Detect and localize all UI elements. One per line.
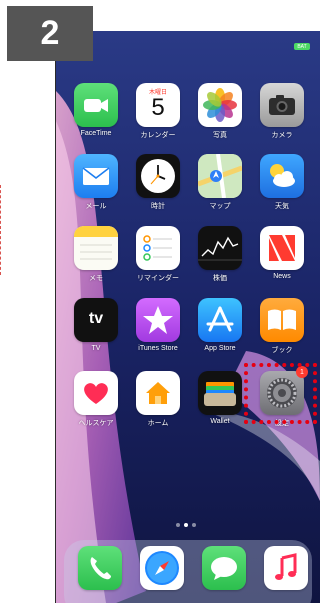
books-label: ブック <box>271 347 293 354</box>
wallet-icon <box>198 371 242 415</box>
app-facetime[interactable]: FaceTime <box>66 83 126 137</box>
app-clock[interactable]: 時計 <box>128 154 188 211</box>
tv-icon-text: tv <box>88 310 104 327</box>
music-note-icon <box>264 546 308 590</box>
news-icon <box>260 226 304 270</box>
page-dot-active <box>184 523 188 527</box>
messages-bubble-icon <box>202 546 246 590</box>
status-bar: 11 BAT <box>56 31 320 53</box>
itunes-store-label: iTunes Store <box>138 345 178 352</box>
app-news[interactable]: News <box>252 226 312 280</box>
stocks-icon <box>198 226 242 270</box>
dock-app-safari[interactable] <box>132 546 192 590</box>
app-itunes-store[interactable]: iTunes Store <box>128 298 188 352</box>
facetime-icon <box>74 83 118 127</box>
page-dot <box>192 523 196 527</box>
app-home[interactable]: ホーム <box>128 371 188 428</box>
safari-compass-icon <box>140 546 184 590</box>
weather-icon <box>260 154 304 198</box>
app-store-icon <box>198 298 242 342</box>
step-number-badge: 2 <box>7 6 93 61</box>
camera-icon <box>260 83 304 127</box>
app-stocks[interactable]: 株価 <box>190 226 250 283</box>
wallet-label: Wallet <box>210 418 230 425</box>
app-books[interactable]: ブック <box>252 298 312 355</box>
camera-label: カメラ <box>271 132 293 139</box>
app-reminders[interactable]: リマインダー <box>128 226 188 283</box>
app-store-label: App Store <box>204 345 236 352</box>
health-heart-icon <box>74 371 118 415</box>
reminders-label: リマインダー <box>137 275 179 282</box>
phone-icon <box>78 546 122 590</box>
dock-app-music[interactable] <box>256 546 316 590</box>
home-house-icon <box>136 371 180 415</box>
battery-icon: BAT <box>294 43 310 50</box>
app-health[interactable]: ヘルスケア <box>66 371 126 428</box>
app-weather[interactable]: 天気 <box>252 154 312 211</box>
app-camera[interactable]: カメラ <box>252 83 312 140</box>
app-calendar[interactable]: 木曜日 5 カレンダー <box>128 83 188 140</box>
page-indicator[interactable] <box>176 523 196 527</box>
notes-icon <box>74 226 118 270</box>
health-label: ヘルスケア <box>78 420 114 427</box>
photos-icon <box>198 83 242 127</box>
books-icon <box>260 298 304 342</box>
clock-icon <box>136 154 180 198</box>
stocks-label: 株価 <box>213 275 227 282</box>
itunes-star-icon <box>136 298 180 342</box>
page-dot <box>176 523 180 527</box>
battery-text: BAT <box>297 43 307 50</box>
dock-app-phone[interactable] <box>70 546 130 590</box>
maps-label: マップ <box>209 203 231 210</box>
notes-label: メモ <box>89 275 103 282</box>
settings-highlight-box <box>244 363 317 424</box>
app-photos[interactable]: 写真 <box>190 83 250 140</box>
calendar-label: カレンダー <box>140 132 176 139</box>
facetime-label: FaceTime <box>80 130 112 137</box>
app-app-store[interactable]: App Store <box>190 298 250 352</box>
weather-label: 天気 <box>275 203 289 210</box>
maps-icon <box>198 154 242 198</box>
app-mail[interactable]: メール <box>66 154 126 211</box>
home-label: ホーム <box>147 420 169 427</box>
app-tv[interactable]: tv TV <box>66 298 126 352</box>
iphone-home-screen: 11 BAT FaceTime 木曜日 5 カレンダー <box>55 31 320 603</box>
tv-label: TV <box>91 345 101 352</box>
app-wallet[interactable]: Wallet <box>190 371 250 425</box>
dock-app-messages[interactable] <box>194 546 254 590</box>
app-notes[interactable]: メモ <box>66 226 126 283</box>
photos-label: 写真 <box>213 132 227 139</box>
app-maps[interactable]: マップ <box>190 154 250 211</box>
left-dashed-guide <box>0 185 1 275</box>
mail-icon <box>74 154 118 198</box>
tv-icon: tv <box>74 298 118 342</box>
reminders-icon <box>136 226 180 270</box>
mail-label: メール <box>85 203 107 210</box>
news-label: News <box>273 273 291 280</box>
calendar-day: 5 <box>151 94 165 121</box>
clock-label: 時計 <box>151 203 165 210</box>
calendar-icon: 木曜日 5 <box>136 83 180 127</box>
